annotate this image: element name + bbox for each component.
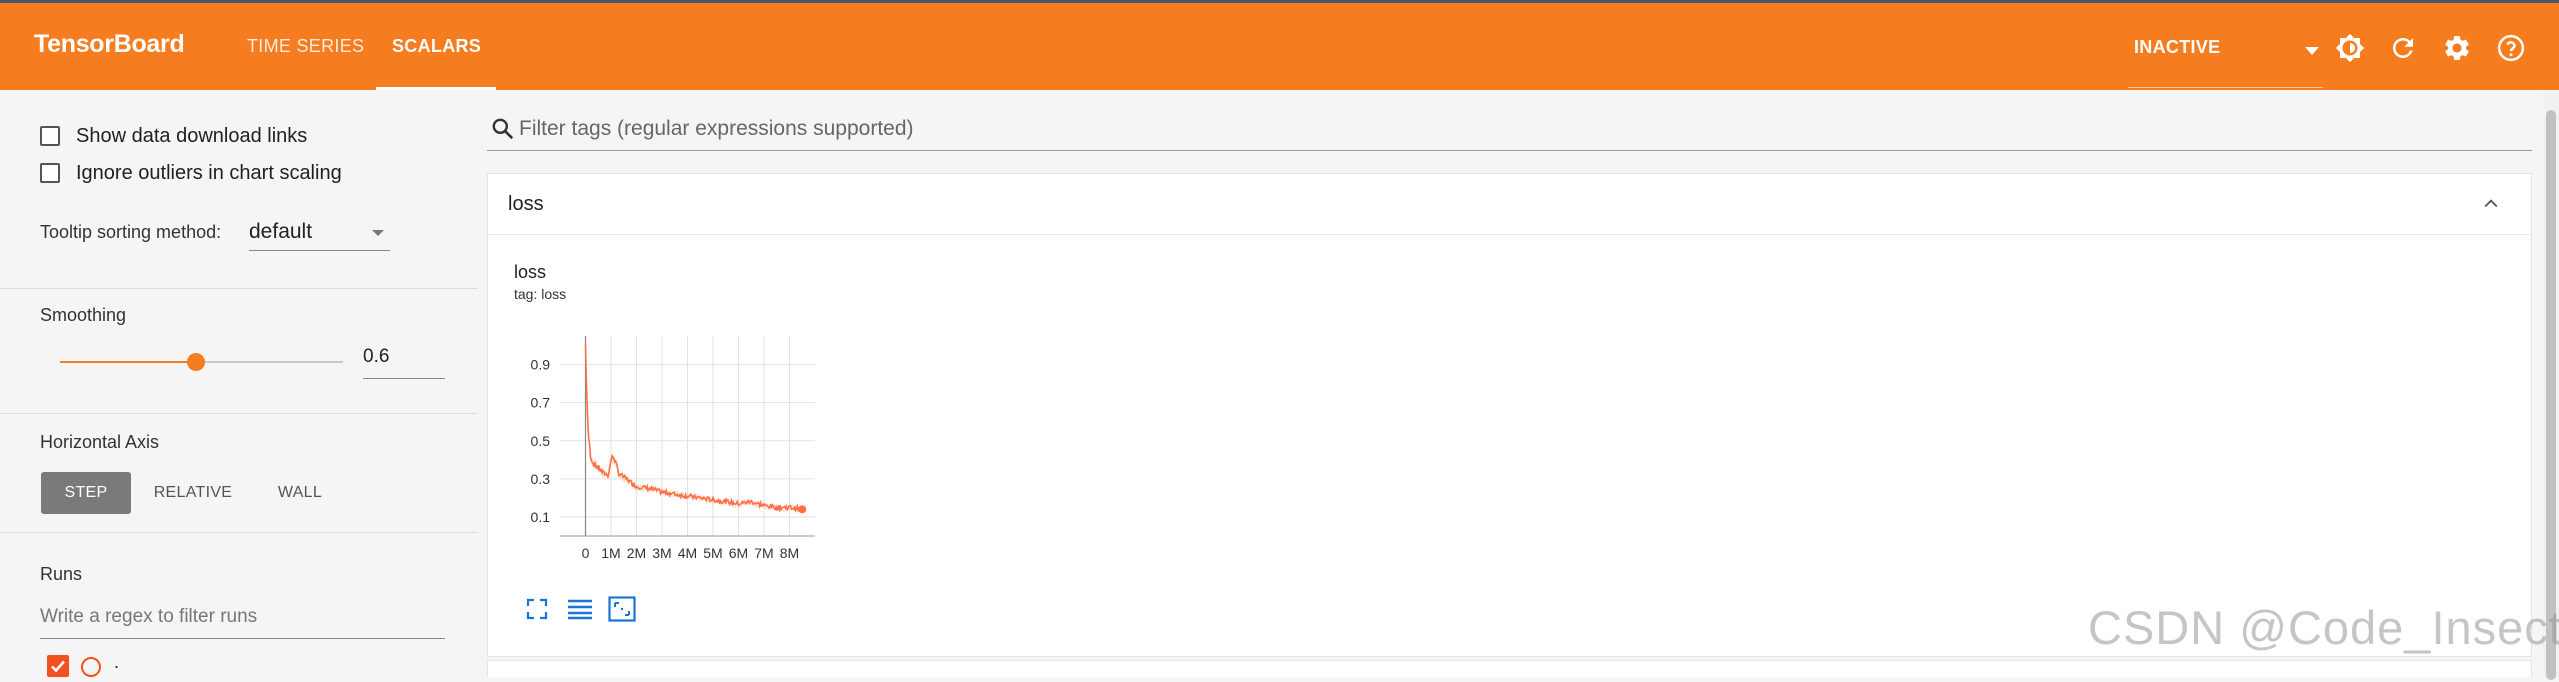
sidebar-section-options: Show data download links Ignore outliers… bbox=[0, 90, 478, 289]
axis-step-button[interactable]: STEP bbox=[41, 472, 131, 514]
scrollbar-thumb[interactable] bbox=[2546, 110, 2556, 680]
loss-series-end-point bbox=[798, 505, 807, 514]
y-tick-label: 0.9 bbox=[531, 357, 551, 373]
watermark-text: CSDN @Code_Insect bbox=[2088, 601, 2559, 654]
next-card-edge bbox=[487, 660, 2532, 677]
x-tick-label: 8M bbox=[780, 545, 799, 561]
x-tick-label: 6M bbox=[729, 545, 748, 561]
loss-series-line bbox=[584, 344, 803, 513]
axis-wall-button[interactable]: WALL bbox=[260, 472, 340, 514]
smoothing-slider[interactable] bbox=[60, 353, 343, 371]
tag-group-header[interactable]: loss bbox=[488, 174, 2531, 235]
tag-filter-placeholder: Filter tags (regular expressions support… bbox=[519, 117, 914, 140]
chart-tag: tag: loss bbox=[514, 286, 567, 302]
runs-filter-input[interactable]: Write a regex to filter runs bbox=[40, 606, 445, 639]
x-tick-label: 5M bbox=[703, 545, 722, 561]
chevron-up-icon[interactable] bbox=[2481, 194, 2501, 214]
runs-filter-placeholder: Write a regex to filter runs bbox=[40, 606, 258, 627]
tag-group-title: loss bbox=[508, 193, 544, 215]
check-icon bbox=[51, 660, 65, 673]
settings-icon[interactable] bbox=[2442, 33, 2472, 63]
tab-time-series[interactable]: TIME SERIES bbox=[247, 36, 364, 57]
toggle-log-scale-icon[interactable] bbox=[567, 597, 593, 621]
y-tick-label: 0.5 bbox=[531, 433, 551, 449]
refresh-icon[interactable] bbox=[2388, 33, 2418, 63]
checkbox-label: Ignore outliers in chart scaling bbox=[76, 162, 342, 184]
help-icon[interactable] bbox=[2496, 33, 2526, 63]
run-name: . bbox=[114, 652, 120, 672]
fit-domain-icon[interactable] bbox=[608, 596, 636, 622]
tag-group-card: loss loss tag: loss 0 1M 2M 3M 4M 5M 6M 7M 8M 0.1… bbox=[487, 173, 2532, 657]
run-color-swatch[interactable] bbox=[81, 657, 101, 677]
sidebar: Show data download links Ignore outliers… bbox=[0, 90, 478, 677]
horizontal-axis-label: Horizontal Axis bbox=[40, 432, 160, 452]
smoothing-value: 0.6 bbox=[363, 346, 390, 367]
tooltip-sorting-value: default bbox=[249, 220, 313, 243]
top-app-bar: TensorBoard TIME SERIES SCALARS INACTIVE bbox=[0, 0, 2559, 90]
axis-relative-button[interactable]: RELATIVE bbox=[143, 472, 243, 514]
page-scrollbar[interactable] bbox=[2543, 92, 2559, 680]
x-tick-label: 7M bbox=[754, 545, 773, 561]
x-tick-label: 1M bbox=[601, 545, 620, 561]
smoothing-label: Smoothing bbox=[40, 305, 127, 325]
fit-to-screen-icon[interactable] bbox=[525, 597, 549, 621]
run-checkbox[interactable] bbox=[47, 655, 69, 677]
tooltip-sorting-label: Tooltip sorting method: bbox=[40, 222, 222, 242]
tag-filter-input[interactable]: Filter tags (regular expressions support… bbox=[487, 112, 2532, 151]
y-tick-label: 0.1 bbox=[531, 509, 551, 525]
smoothing-input[interactable]: 0.6 bbox=[363, 346, 445, 379]
chevron-down-icon bbox=[2305, 47, 2319, 55]
dashboard-select[interactable]: INACTIVE bbox=[2128, 27, 2323, 88]
checkbox-label: Show data download links bbox=[76, 125, 308, 147]
x-tick-label: 2M bbox=[627, 545, 646, 561]
chart-title: loss bbox=[514, 262, 547, 282]
loss-series-raw-line bbox=[585, 345, 803, 513]
runs-label: Runs bbox=[40, 564, 83, 584]
app-title: TensorBoard bbox=[34, 30, 185, 58]
x-tick-label: 3M bbox=[652, 545, 671, 561]
x-tick-label: 0 bbox=[582, 545, 590, 561]
y-tick-label: 0.3 bbox=[531, 471, 551, 487]
tab-scalars[interactable]: SCALARS bbox=[392, 36, 481, 57]
checkbox-box[interactable] bbox=[40, 126, 60, 146]
smoothing-slider-fill bbox=[60, 361, 196, 363]
search-icon bbox=[492, 118, 514, 140]
smoothing-slider-thumb[interactable] bbox=[186, 353, 205, 371]
checkbox-box[interactable] bbox=[40, 163, 60, 183]
x-tick-label: 4M bbox=[678, 545, 697, 561]
chevron-down-icon bbox=[372, 230, 384, 236]
loss-chart[interactable]: 0 1M 2M 3M 4M 5M 6M 7M 8M 0.1 0.3 0.5 0.7 0.9 bbox=[508, 314, 868, 574]
brightness-icon[interactable] bbox=[2335, 33, 2365, 63]
y-tick-label: 0.7 bbox=[531, 395, 551, 411]
tooltip-sorting-select[interactable]: default bbox=[249, 220, 390, 251]
dashboard-select-value: INACTIVE bbox=[2134, 37, 2221, 57]
